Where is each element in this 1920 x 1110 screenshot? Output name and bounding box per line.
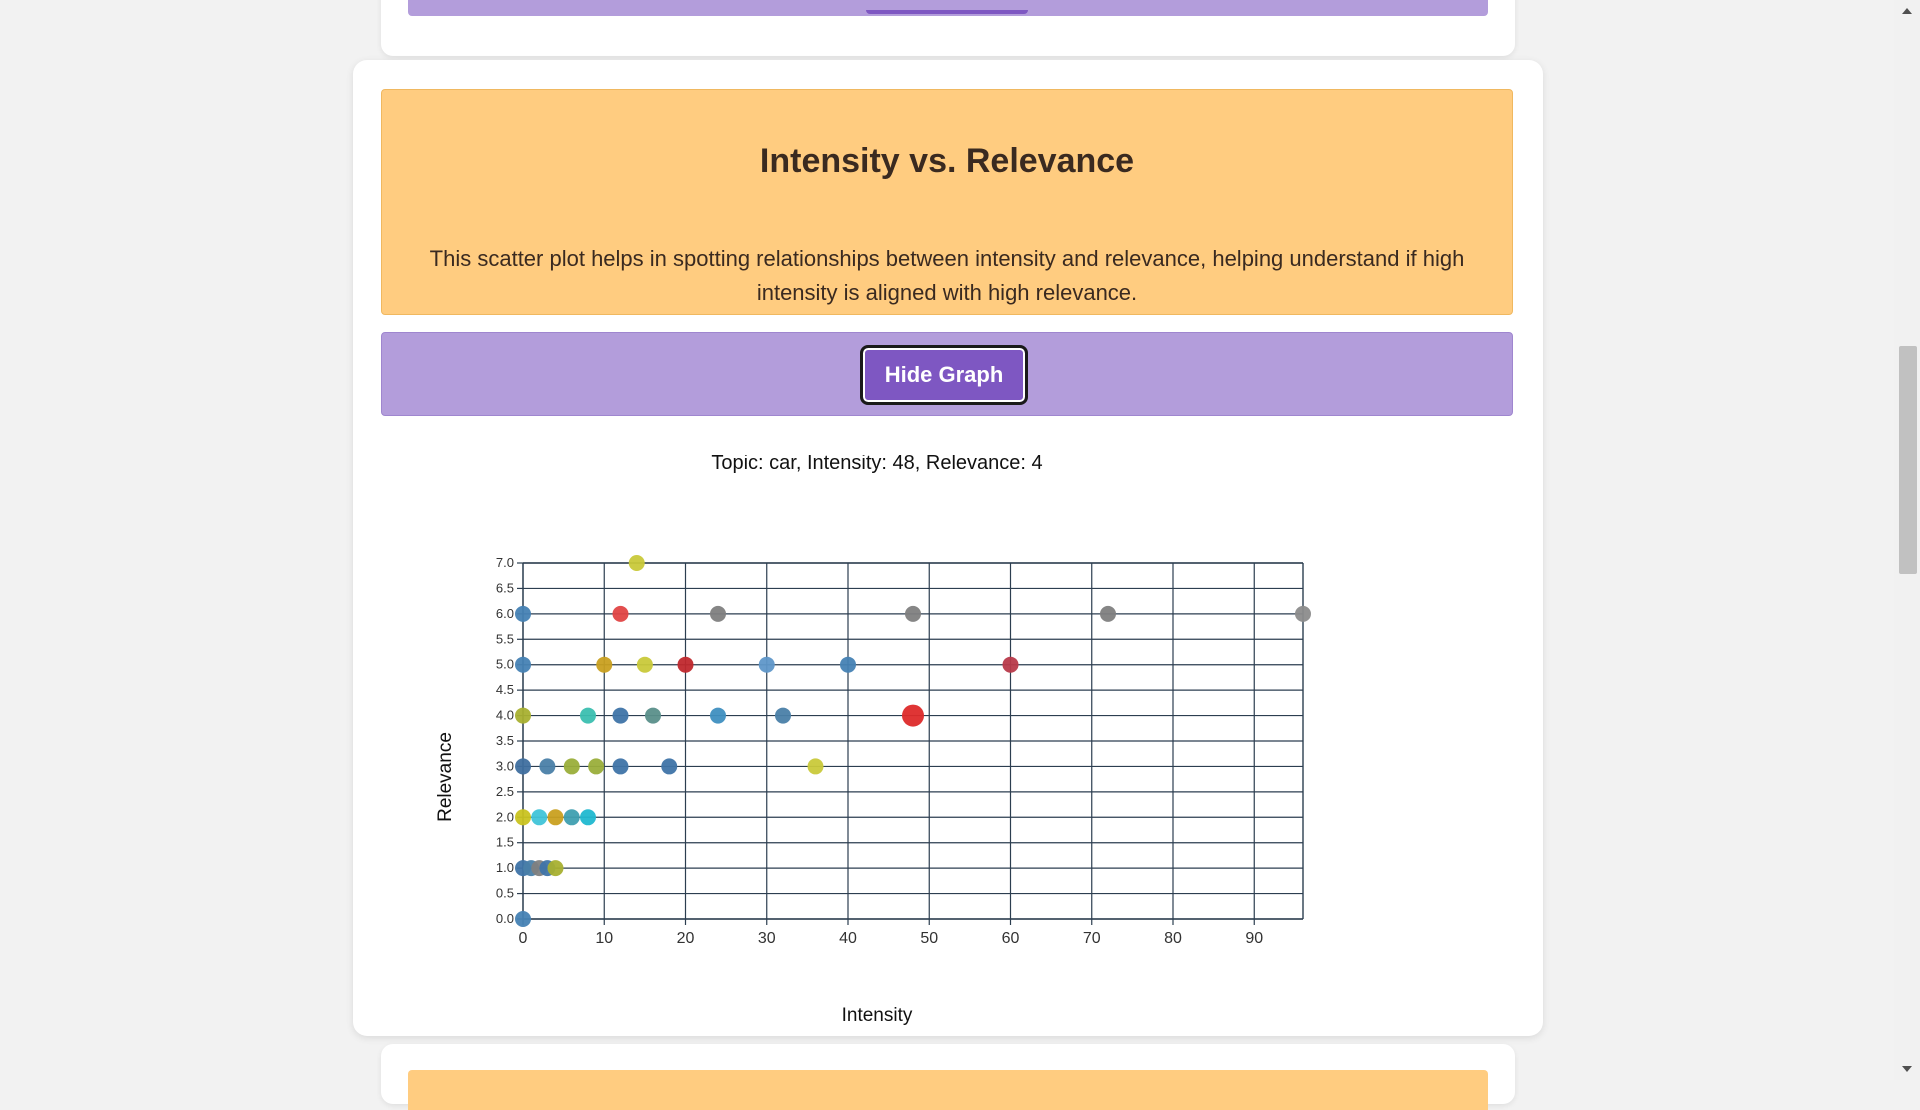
highlighted-data-point[interactable] xyxy=(902,704,924,727)
x-tick-label: 80 xyxy=(1164,930,1182,947)
data-point[interactable] xyxy=(677,656,694,673)
page-scrollbar[interactable] xyxy=(1894,0,1920,1080)
scroll-down-icon[interactable] xyxy=(1902,1066,1912,1072)
scroll-up-icon[interactable] xyxy=(1902,8,1912,14)
button-bar: Hide Graph xyxy=(381,332,1513,416)
next-card xyxy=(381,1044,1515,1110)
previous-card xyxy=(381,0,1515,56)
data-point[interactable] xyxy=(596,656,613,673)
x-axis-label: Intensity xyxy=(842,1005,913,1026)
data-point[interactable] xyxy=(539,758,556,775)
data-point[interactable] xyxy=(515,707,531,724)
chart-card: Intensity vs. Relevance This scatter plo… xyxy=(353,60,1543,1036)
data-point[interactable] xyxy=(710,605,726,622)
x-tick-label: 60 xyxy=(1002,930,1020,947)
x-tick-label: 40 xyxy=(839,930,857,947)
y-tick-label: 3.0 xyxy=(496,758,514,773)
previous-button-bar xyxy=(408,0,1488,16)
scatter-chart-container: Topic: car, Intensity: 48, Relevance: 4 … xyxy=(413,452,1313,1045)
data-point[interactable] xyxy=(840,656,856,673)
x-tick-label: 50 xyxy=(920,930,938,947)
y-tick-label: 5.0 xyxy=(496,657,514,672)
y-tick-label: 6.0 xyxy=(496,606,514,621)
y-tick-label: 4.0 xyxy=(496,708,514,723)
data-point[interactable] xyxy=(775,707,791,724)
y-tick-label: 2.0 xyxy=(496,809,514,824)
y-tick-label: 1.0 xyxy=(496,860,514,875)
chart-description: This scatter plot helps in spotting rela… xyxy=(429,246,1465,305)
data-point[interactable] xyxy=(563,809,580,826)
data-point[interactable] xyxy=(515,758,531,775)
data-point[interactable] xyxy=(1100,605,1116,622)
y-tick-label: 3.5 xyxy=(496,733,514,748)
data-point[interactable] xyxy=(515,656,531,673)
data-point[interactable] xyxy=(1002,656,1019,673)
y-tick-label: 4.5 xyxy=(496,682,514,697)
data-point[interactable] xyxy=(547,860,564,877)
data-point[interactable] xyxy=(515,605,531,622)
x-tick-label: 70 xyxy=(1083,930,1101,947)
y-tick-label: 0.5 xyxy=(496,886,514,901)
data-point[interactable] xyxy=(547,809,564,826)
chart-title: Topic: car, Intensity: 48, Relevance: 4 xyxy=(711,455,1042,474)
data-point[interactable] xyxy=(612,758,629,775)
y-tick-label: 1.5 xyxy=(496,835,514,850)
y-tick-label: 7.0 xyxy=(496,555,514,570)
data-point[interactable] xyxy=(612,605,629,622)
data-point[interactable] xyxy=(905,605,921,622)
x-axis: 0 10 20 30 40 50 60 70 80 90 xyxy=(519,918,1303,947)
y-axis-label: Relevance xyxy=(435,732,456,822)
data-point[interactable] xyxy=(628,555,645,571)
x-tick-label: 0 xyxy=(519,930,528,947)
data-point[interactable] xyxy=(612,707,629,724)
y-tick-label: 5.5 xyxy=(496,631,514,646)
data-point[interactable] xyxy=(588,758,605,775)
data-point[interactable] xyxy=(636,656,653,673)
y-tick-label: 6.5 xyxy=(496,580,514,595)
data-point[interactable] xyxy=(710,707,726,724)
data-point[interactable] xyxy=(1295,605,1311,622)
y-tick-label: 2.5 xyxy=(496,784,514,799)
x-tick-label: 20 xyxy=(677,930,695,947)
next-card-header xyxy=(408,1070,1488,1110)
data-point[interactable] xyxy=(580,809,596,826)
chart-heading: Intensity vs. Relevance xyxy=(759,142,1135,180)
data-point[interactable] xyxy=(807,758,824,775)
x-tick-label: 10 xyxy=(595,930,613,947)
data-point[interactable] xyxy=(515,911,531,927)
scroll-thumb[interactable] xyxy=(1899,346,1917,574)
chart-header: Intensity vs. Relevance This scatter plo… xyxy=(381,89,1513,315)
data-point[interactable] xyxy=(661,758,678,775)
x-tick-label: 90 xyxy=(1245,930,1263,947)
hide-graph-button[interactable]: Hide Graph xyxy=(860,345,1028,405)
data-point[interactable] xyxy=(531,809,548,826)
data-point[interactable] xyxy=(645,707,661,724)
scatter-chart: Topic: car, Intensity: 48, Relevance: 4 … xyxy=(435,452,1311,1026)
data-point[interactable] xyxy=(563,758,580,775)
data-point[interactable] xyxy=(515,809,531,826)
data-point[interactable] xyxy=(758,656,775,673)
y-tick-label: 0.0 xyxy=(496,911,514,926)
previous-toggle-button[interactable] xyxy=(866,10,1028,14)
data-point[interactable] xyxy=(580,707,596,724)
x-tick-label: 30 xyxy=(758,930,776,947)
